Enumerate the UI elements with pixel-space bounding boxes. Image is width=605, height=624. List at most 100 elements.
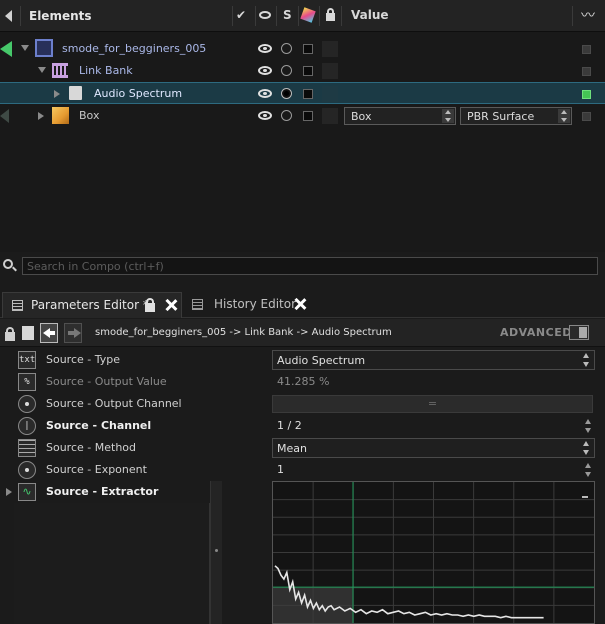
document-icon[interactable] [22,326,34,340]
color-swatch[interactable] [303,66,313,76]
visibility-eye-icon[interactable] [258,66,272,75]
spectrum-plot-svg [273,482,594,623]
value-col-label: Value [351,8,389,22]
tree-row-box[interactable]: Box Box PBR Surface [0,105,605,127]
expand-toggle[interactable] [38,67,46,73]
exponent-stepper[interactable] [582,463,594,477]
advanced-toggle[interactable] [569,325,589,340]
param-row-method: Source - Method Mean [0,437,605,459]
advanced-label: ADVANCED [500,326,572,339]
document-icon [69,86,82,100]
channel-stepper[interactable] [582,419,594,433]
elements-tree: smode_for_begginers_005 Link Bank Audio … [0,32,605,252]
geometry-dropdown-value: Box [351,110,372,123]
lock-toggle[interactable] [322,108,338,124]
waveform-icon: ∿ [18,483,36,501]
tree-row-link-bank[interactable]: Link Bank [0,60,605,82]
exponent-value[interactable]: 1 [277,463,284,476]
param-label: Source - Type [46,353,121,366]
output-value-readout: 41.285 % [277,375,330,388]
param-row-exponent: Source - Exponent 1 [0,459,605,481]
spectrum-plot[interactable] [272,481,595,624]
tab-history-editor[interactable]: History Editor [186,292,316,318]
search-input[interactable] [22,257,598,275]
param-row-output-value: % Source - Output Value 41.285 % [0,371,605,393]
param-row-channel: | Source - Channel 1 / 2 [0,415,605,437]
expand-toggle[interactable] [6,488,12,496]
corner-marker [582,496,588,498]
forward-button[interactable] [64,323,82,343]
source-type-value: Audio Spectrum [277,354,366,367]
eye-col-icon[interactable] [259,11,271,19]
tab-parameters-editor[interactable]: Parameters Editor * [2,292,182,318]
active-arrow-icon [0,41,12,57]
param-label: Source - Output Value [46,375,167,388]
expand-toggle[interactable] [21,45,29,51]
output-channel-field: = [272,395,593,413]
text-icon: txt [18,351,36,369]
audio-wave-icon[interactable]: 〰 [577,6,599,26]
material-dropdown[interactable]: PBR Surface [460,107,572,125]
color-swatch[interactable] [303,111,313,121]
visibility-eye-icon[interactable] [258,44,272,53]
lock-toggle[interactable] [322,86,338,102]
integer-icon: | [18,417,36,435]
method-dropdown[interactable]: Mean [272,438,595,458]
param-label: Source - Output Channel [46,397,182,410]
tree-row-compo[interactable]: smode_for_begginers_005 [0,38,605,60]
lock-toggle[interactable] [322,63,338,79]
param-label: Source - Channel [46,419,152,432]
lock-toggle[interactable] [322,41,338,57]
param-label: Source - Method [46,441,136,454]
material-dropdown-arrow-icon [558,109,570,123]
visibility-eye-icon[interactable] [258,89,272,98]
status-indicator [582,45,591,54]
close-icon[interactable] [165,299,177,311]
tree-label: smode_for_begginers_005 [62,42,207,55]
geometry-dropdown[interactable]: Box [344,107,456,125]
tree-label: Link Bank [79,64,133,77]
dropdown-arrow-icon [580,353,592,367]
search-bar [0,256,605,276]
solo-toggle[interactable] [281,88,292,99]
visibility-eye-icon[interactable] [258,111,272,120]
float-icon [18,461,36,479]
collapse-left-icon[interactable] [5,10,12,22]
elements-header: Elements ✔ S Value 〰 [0,0,605,32]
status-indicator [582,67,591,76]
solo-toggle[interactable] [281,110,292,121]
expand-toggle[interactable] [38,112,44,120]
breadcrumb: smode_for_begginers_005 -> Link Bank -> … [95,327,392,338]
tree-label: Box [79,109,100,122]
elements-title: Elements [29,9,92,23]
extractor-scrollbar[interactable] [210,481,222,624]
param-label: Source - Extractor [46,485,159,498]
solo-col-label[interactable]: S [283,8,292,22]
method-value: Mean [277,442,307,455]
tree-label: Audio Spectrum [94,87,183,100]
tab-label: History Editor [214,297,297,311]
dropdown-arrow-icon [580,441,592,455]
back-button[interactable] [40,323,58,343]
solo-toggle[interactable] [281,43,292,54]
check-col-icon[interactable]: ✔ [236,8,246,22]
color-col-icon[interactable] [300,7,316,23]
tree-row-audio-spectrum[interactable]: Audio Spectrum [0,82,605,104]
tab-label: Parameters Editor * [31,298,149,312]
bank-icon [52,63,68,78]
editor-tab-strip: Parameters Editor * History Editor [0,292,605,318]
inactive-arrow-icon [0,109,9,123]
param-row-output-channel: Source - Output Channel = [0,393,605,415]
channel-value[interactable]: 1 / 2 [277,419,302,432]
color-swatch[interactable] [303,44,313,54]
material-dropdown-value: PBR Surface [467,110,535,123]
param-row-source-type: txt Source - Type Audio Spectrum [0,349,605,371]
status-indicator [582,90,591,99]
close-icon[interactable] [294,298,306,310]
expand-toggle[interactable] [54,90,60,98]
source-type-dropdown[interactable]: Audio Spectrum [272,350,595,370]
solo-toggle[interactable] [281,65,292,76]
color-swatch[interactable] [303,89,313,99]
status-indicator [582,112,591,121]
compo-icon [35,39,53,57]
